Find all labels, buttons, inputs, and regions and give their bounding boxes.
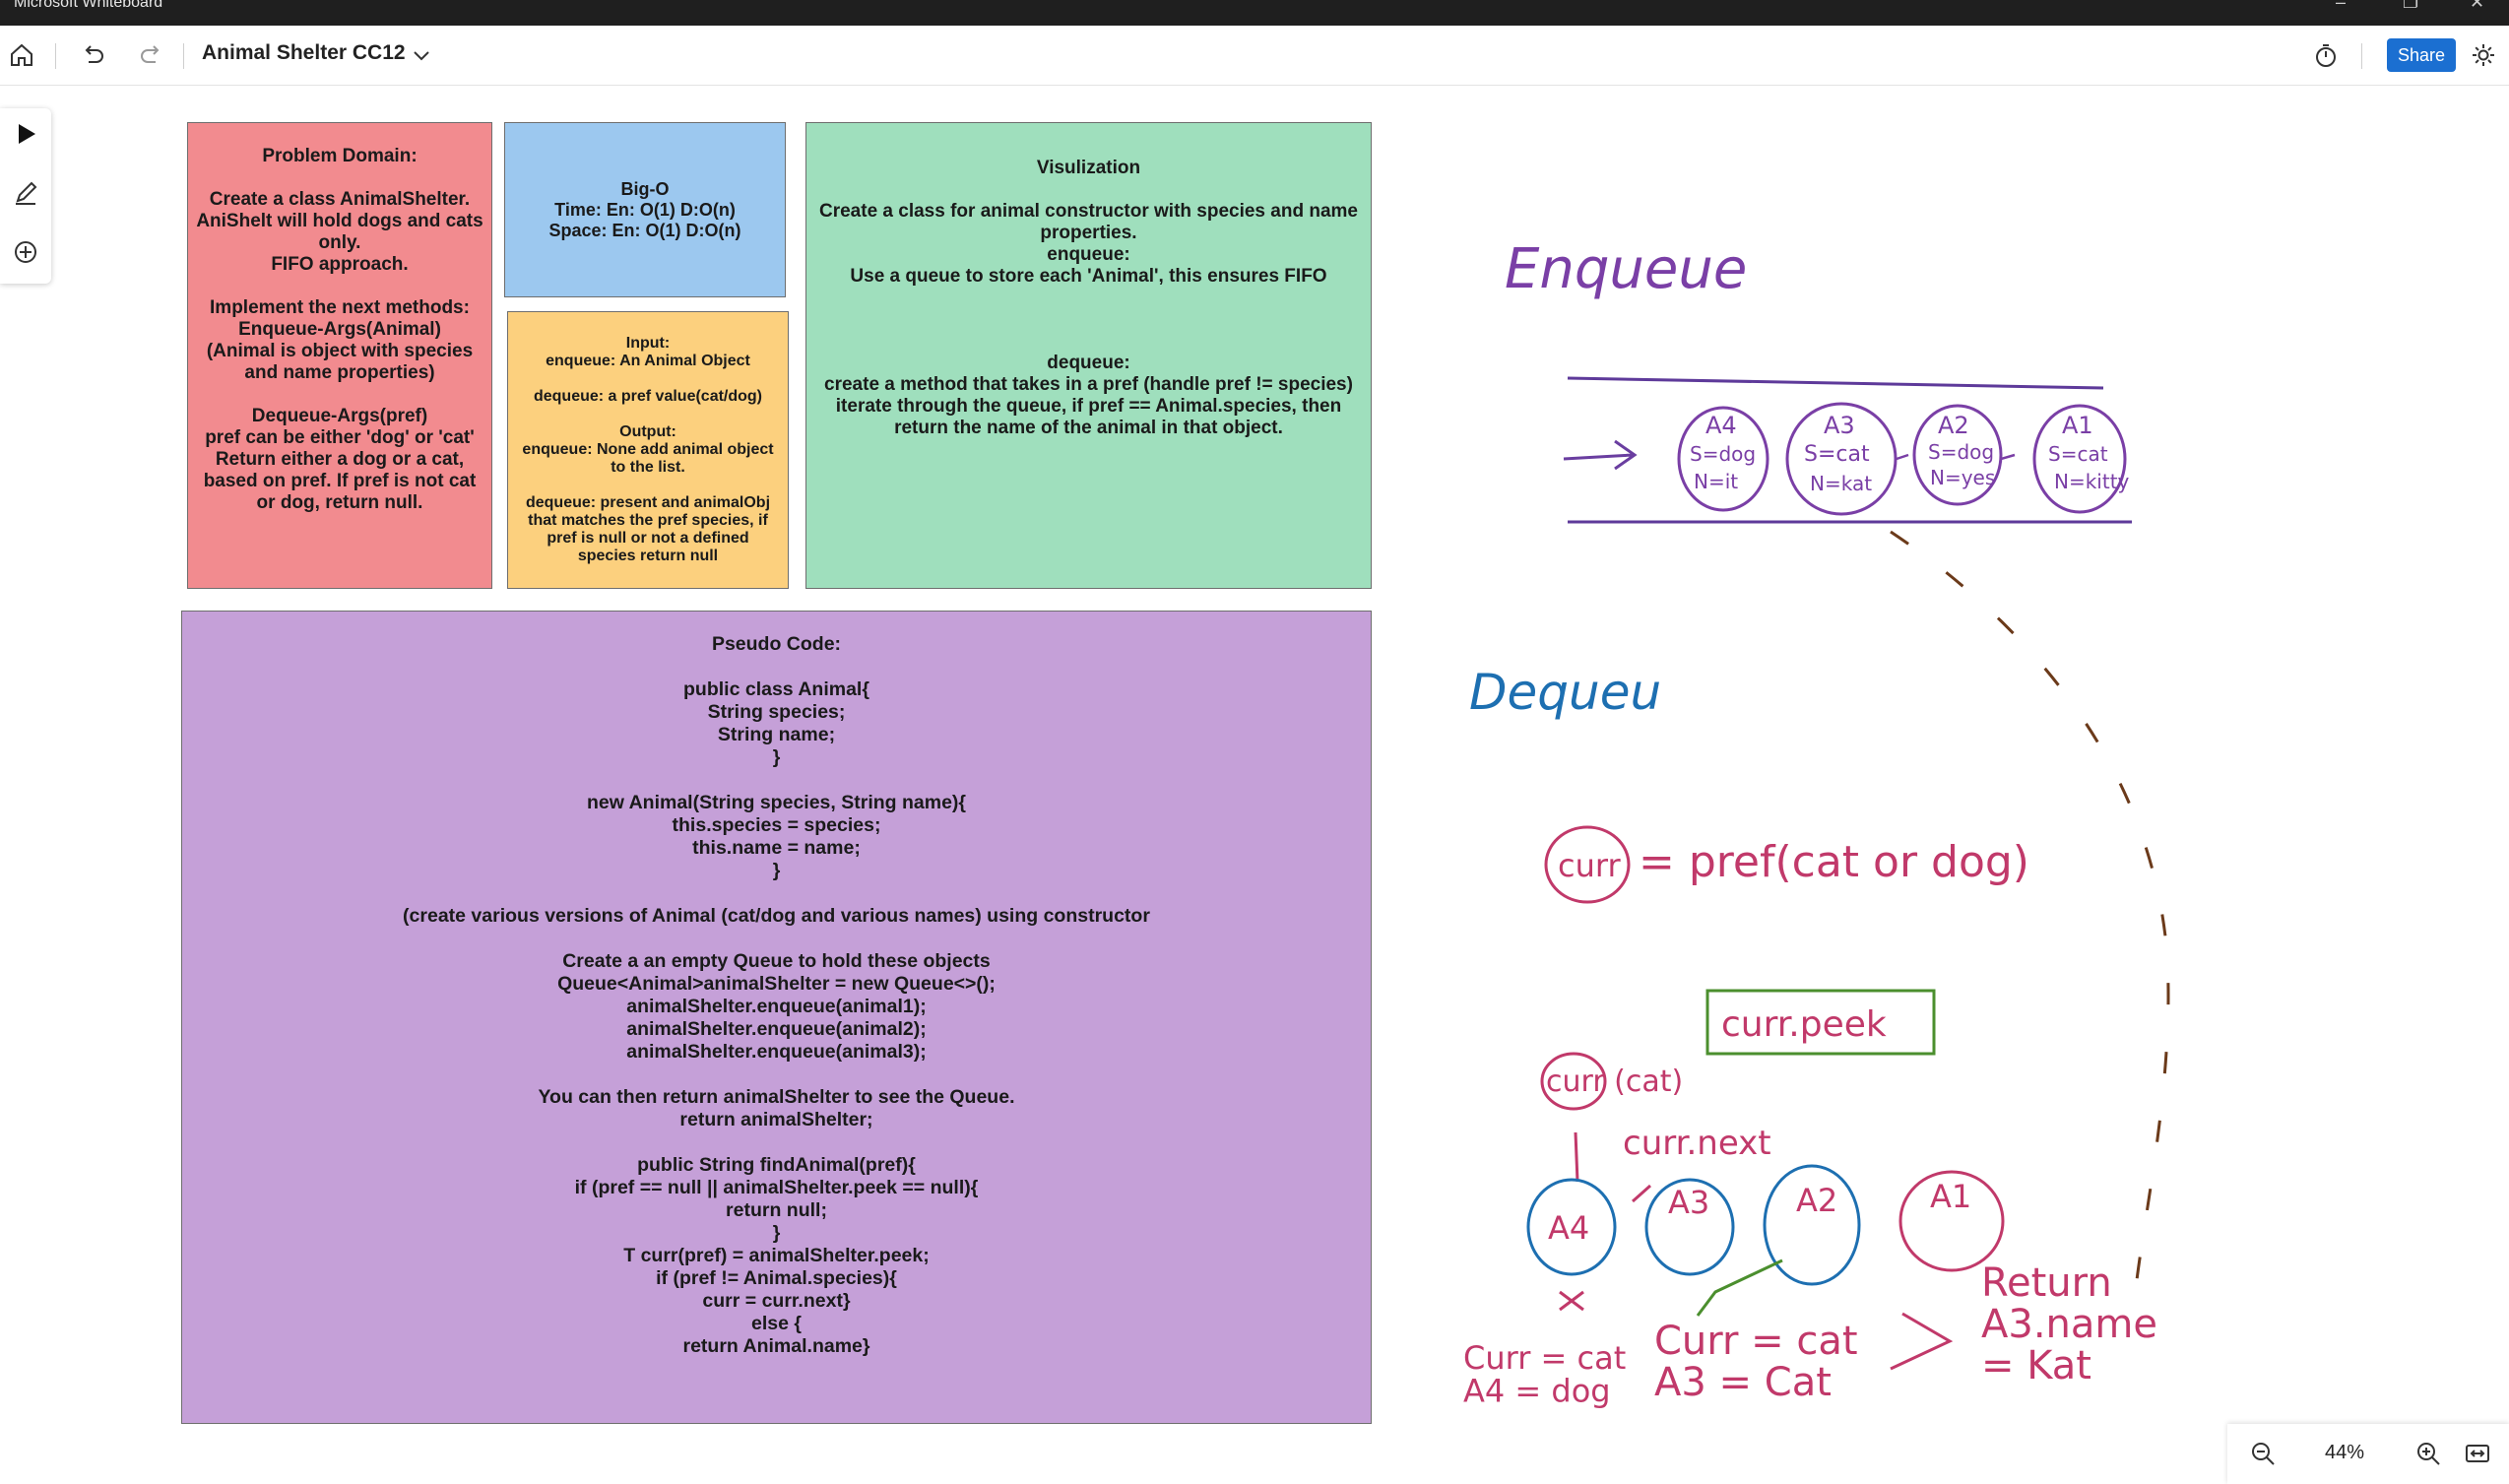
chevron-down-icon[interactable]: [408, 41, 435, 69]
ink-text-line: A4 = dog: [1463, 1373, 1611, 1410]
zoom-out-icon[interactable]: [2247, 1438, 2279, 1469]
share-button[interactable]: Share: [2387, 38, 2456, 72]
fit-screen-icon[interactable]: [2462, 1438, 2493, 1469]
home-icon[interactable]: [6, 39, 37, 71]
zoom-bar: 44%: [2227, 1424, 2509, 1484]
pref-expression: = pref(cat or dog): [1639, 837, 2029, 887]
queue-node: A4 S=dog N=it: [1677, 406, 1769, 512]
zoom-in-icon[interactable]: [2412, 1438, 2444, 1469]
queue-node-species: S=dog: [1690, 442, 1756, 466]
queue-node: A3 S=cat N=kat: [1785, 402, 1898, 516]
problem-domain-note[interactable]: Problem Domain: Create a class AnimalShe…: [187, 122, 492, 589]
note-mid: Curr = cat A3 = Cat: [1654, 1319, 1870, 1405]
dequeue-node: A4: [1526, 1178, 1617, 1276]
return-note: Return A3.name = Kat: [1981, 1260, 2157, 1388]
queue-node-species: S=cat: [1804, 442, 1870, 467]
input-output-note[interactable]: Input: enqueue: An Animal Object dequeue…: [507, 311, 789, 589]
zoom-level: 44%: [2324, 1442, 2365, 1463]
queue-node-id: A1: [2062, 412, 2093, 439]
problem-domain-text: Problem Domain: Create a class AnimalShe…: [196, 146, 483, 513]
settings-icon[interactable]: [2468, 39, 2499, 71]
dequeue-node-id: A2: [1796, 1182, 1837, 1219]
greater-than-arrow-icon: [1890, 1312, 1954, 1371]
ink-drawing-layer[interactable]: Enqueue A4 S=dog N=it A3 S=cat N=kat A2 …: [1457, 197, 2265, 1457]
queue-node-name: N=kat: [1810, 472, 1872, 495]
note-left: Curr = cat A4 = dog: [1463, 1339, 1636, 1410]
queue-node-species: S=cat: [2048, 442, 2108, 466]
big-o-text: Big-O Time: En: O(1) D:O(n) Space: En: O…: [548, 178, 741, 240]
dashed-flow-curve: [1890, 530, 2170, 1281]
dequeue-node: A1: [1898, 1170, 2005, 1272]
queue-node-name: N=yes: [1930, 466, 1995, 489]
add-icon[interactable]: [8, 234, 43, 270]
queue-node-id: A2: [1938, 412, 1969, 439]
node-link-arrow-icon: [1632, 1184, 1651, 1203]
timer-icon[interactable]: [2310, 39, 2342, 71]
curr-cat-label: curr (cat): [1546, 1065, 1683, 1099]
queue-node-id: A4: [1705, 412, 1737, 439]
close-button[interactable]: ✕: [2470, 0, 2484, 13]
enqueue-arrow-icon: [1563, 439, 1638, 471]
toolbar-separator: [2361, 43, 2362, 69]
ink-text-line: A3 = Cat: [1654, 1360, 1832, 1405]
top-toolbar: Animal Shelter CC12 Share: [0, 26, 2509, 86]
enqueue-heading: Enqueue: [1505, 237, 1747, 301]
queue-node-name: N=it: [1694, 470, 1738, 493]
ink-text-line: = Kat: [1981, 1343, 2091, 1388]
window-title-bar: Microsoft Whiteboard – ❐ ✕: [0, 0, 2509, 26]
down-arrow-icon: [1574, 1131, 1579, 1183]
pseudo-code-note[interactable]: Pseudo Code: public class Animal{ String…: [181, 611, 1372, 1424]
redo-icon[interactable]: [136, 39, 167, 71]
pseudo-code-text: Pseudo Code: public class Animal{ String…: [403, 633, 1150, 1357]
minimize-button[interactable]: –: [2336, 0, 2346, 13]
dequeue-node-id: A4: [1548, 1209, 1589, 1247]
dequeue-node-id: A3: [1668, 1184, 1709, 1221]
dequeue-node: A2: [1763, 1164, 1861, 1286]
undo-icon[interactable]: [77, 39, 108, 71]
dequeue-heading: Dequeu: [1469, 664, 1661, 721]
restore-button[interactable]: ❐: [2403, 0, 2418, 13]
big-o-note[interactable]: Big-O Time: En: O(1) D:O(n) Space: En: O…: [504, 122, 786, 297]
ink-text-line: A3.name: [1981, 1302, 2157, 1347]
queue-top-rail: [1567, 376, 2104, 390]
queue-node-id: A3: [1824, 412, 1855, 439]
pen-icon[interactable]: [8, 175, 43, 211]
input-output-text: Input: enqueue: An Animal Object dequeue…: [522, 335, 774, 564]
toolbar-separator: [55, 43, 56, 69]
visualization-text: Visulization Create a class for animal c…: [819, 158, 1358, 438]
queue-node-name: N=kitty: [2054, 470, 2130, 493]
curr-next-label: curr.next: [1623, 1124, 1771, 1163]
curr-peek-label: curr.peek: [1721, 1004, 1887, 1045]
curr-label: curr: [1558, 847, 1621, 884]
dequeue-node: A3: [1644, 1178, 1735, 1276]
cross-mark-icon: [1559, 1290, 1584, 1312]
select-icon[interactable]: [8, 116, 43, 152]
app-title: Microsoft Whiteboard: [14, 0, 163, 11]
dequeue-node-id: A1: [1930, 1178, 1971, 1215]
queue-node: A2 S=dog N=yes: [1912, 404, 2003, 506]
visualization-note[interactable]: Visulization Create a class for animal c…: [805, 122, 1372, 589]
queue-node-species: S=dog: [1928, 440, 1994, 464]
board-title[interactable]: Animal Shelter CC12: [202, 41, 406, 65]
toolbar-separator: [183, 43, 184, 69]
side-tool-strip: [0, 108, 51, 284]
queue-node: A1 S=cat N=kitty: [2032, 404, 2130, 514]
